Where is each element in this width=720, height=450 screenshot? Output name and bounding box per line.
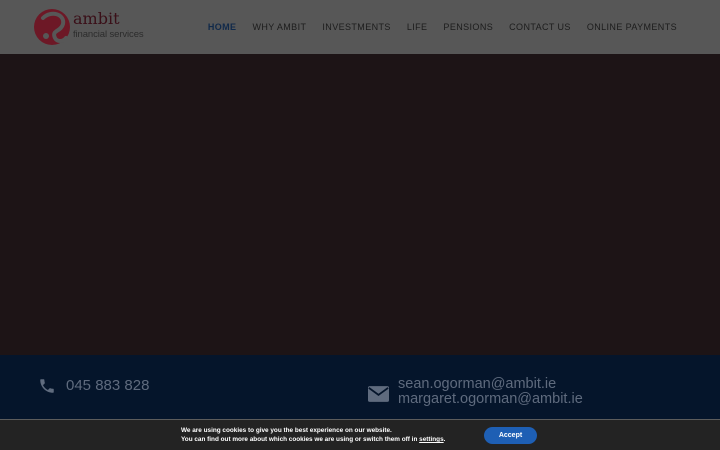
nav-item-contact-us[interactable]: CONTACT US <box>509 22 571 32</box>
nav-item-investments[interactable]: INVESTMENTS <box>322 22 390 32</box>
phone-icon <box>40 379 54 393</box>
nav-item-pensions[interactable]: PENSIONS <box>443 22 493 32</box>
cookie-line-1: We are using cookies to give you the bes… <box>181 427 392 434</box>
cookie-line-2: You can find out more about which cookie… <box>181 435 445 444</box>
email-link-margaret[interactable]: margaret.ogorman@ambit.ie <box>398 392 583 407</box>
phone-number: 045 883 828 <box>66 377 150 394</box>
cookie-banner: We are using cookies to give you the bes… <box>0 419 720 450</box>
envelope-icon <box>368 386 389 402</box>
brand-logo[interactable]: ambit financial services <box>33 6 144 48</box>
brand-name: ambit <box>73 9 120 28</box>
nav-item-home[interactable]: HOME <box>208 22 237 32</box>
site-header: ambit financial services HOME WHY AMBIT … <box>0 0 720 54</box>
cookie-message: We are using cookies to give you the bes… <box>181 426 445 444</box>
cookie-line-2-text: You can find out more about which cookie… <box>181 436 420 443</box>
ambit-logo-icon <box>34 9 70 45</box>
phone-contact[interactable]: 045 883 828 <box>38 377 149 395</box>
cookie-line-2-end: . <box>443 436 446 443</box>
cookie-settings-link[interactable]: settings <box>419 436 444 443</box>
accept-cookies-button[interactable]: Accept <box>484 427 537 444</box>
nav-item-life[interactable]: LIFE <box>407 22 428 32</box>
nav-item-online-payments[interactable]: ONLINE PAYMENTS <box>587 22 677 32</box>
email-contact: sean.ogorman@ambit.ie margaret.ogorman@a… <box>368 377 583 407</box>
brand-tagline: financial services <box>73 29 144 40</box>
email-link-sean[interactable]: sean.ogorman@ambit.ie <box>398 377 583 392</box>
main-nav: HOME WHY AMBIT INVESTMENTS LIFE PENSIONS… <box>192 0 677 54</box>
hero-banner <box>0 54 720 355</box>
nav-item-why-ambit[interactable]: WHY AMBIT <box>252 22 306 32</box>
contact-bar: 045 883 828 sean.ogorman@ambit.ie margar… <box>0 355 720 419</box>
